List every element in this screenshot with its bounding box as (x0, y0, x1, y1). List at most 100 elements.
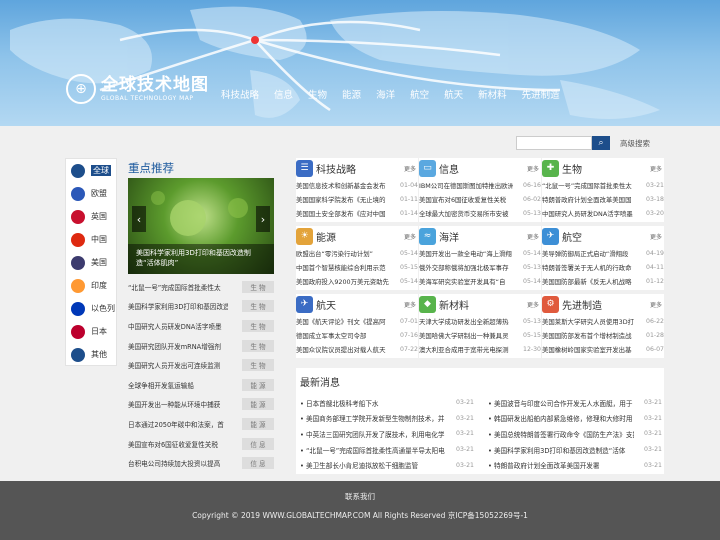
row-title[interactable]: 俄外交部称俄将加强北极军事存 (419, 263, 513, 272)
search-input[interactable] (516, 136, 592, 150)
news-row[interactable]: “北鼠一号”完成国际首批柔性高通量半导太阳电 03-21 (300, 442, 474, 458)
news-row[interactable]: 韩国研发出船舶内部紧急维修，修理和大修时用 03-21 (488, 411, 662, 427)
card-title[interactable]: 生物 (562, 161, 650, 176)
card-row[interactable]: 美国莱斯大学研究人员使用3D打 06-22 (542, 314, 664, 328)
list-item[interactable]: 日本通过2050年碳中和法案，首 能 源 (128, 414, 274, 434)
category-tag[interactable]: 能 源 (242, 398, 274, 411)
row-title[interactable]: 德国成立军事太空司令部 (296, 331, 390, 340)
row-title[interactable]: 美国莱斯大学研究人员使用3D打 (542, 317, 636, 326)
card-row[interactable]: 中国首个智慧核能综合利用示范 05-15 (296, 260, 418, 274)
language-item[interactable]: 日本 (66, 320, 116, 343)
nav-item[interactable]: 航空 (410, 87, 429, 101)
language-item[interactable]: 中国 (66, 228, 116, 251)
site-logo[interactable]: ⊕ 全球技术地图 GLOBAL TECHNOLOGY MAP (66, 74, 209, 104)
more-link[interactable]: 更多 (650, 232, 662, 241)
list-item[interactable]: “北鼠一号”完成国际首批柔性太 生 物 (128, 277, 274, 297)
card-row[interactable]: 美导弹防御局正式启动“滑翔段 04-19 (542, 246, 664, 260)
more-link[interactable]: 更多 (404, 300, 416, 309)
card-row[interactable]: “北鼠一号”完成国际首批柔性太 03-21 (542, 178, 664, 192)
row-title[interactable]: 美国《航天评论》刊文《提高阿 (296, 317, 390, 326)
row-title[interactable]: IBM公司在德国斯图加特推出欧洲 (419, 181, 513, 190)
list-item[interactable]: 中国研究人员研发DNA活字喷墨 生 物 (128, 316, 274, 336)
news-row[interactable]: 中英法三国研究团队开发了膜技术，利用电化学 03-21 (300, 426, 474, 442)
list-item[interactable]: 美国宣布对6国征收爱复性关税 信 息 (128, 434, 274, 454)
item-title[interactable]: 美国开发出一种能从环境中捕获 (128, 399, 228, 409)
row-title[interactable]: 美国哈佛大学研制出一种兼具灵 (419, 331, 513, 340)
item-title[interactable]: 全球争相开发氢运输船 (128, 380, 228, 390)
row-title[interactable]: 中国研究人员研发DNA活字喷墨 (542, 209, 636, 218)
news-title[interactable]: 美国总统特朗普签署行政命令《国防生产法》支持 (488, 429, 634, 439)
row-title[interactable]: “北鼠一号”完成国际首批柔性太 (542, 181, 636, 190)
row-title[interactable]: 美国信息技术和创新基金会发布 (296, 181, 390, 190)
card-row[interactable]: 美国开发出一款全电动“海上滑翔 05-14 (419, 246, 541, 260)
more-link[interactable]: 更多 (404, 232, 416, 241)
news-row[interactable]: 日本首艘北极科考船下水 03-21 (300, 395, 474, 411)
category-tag[interactable]: 生 物 (242, 280, 274, 293)
item-title[interactable]: 中国研究人员研发DNA活字喷墨 (128, 321, 228, 331)
list-item[interactable]: 台积电公司持续加大投资以提高 信 息 (128, 453, 274, 473)
card-row[interactable]: IBM公司在德国斯图加特推出欧洲 06-16 (419, 178, 541, 192)
card-title[interactable]: 新材料 (439, 297, 527, 312)
language-item[interactable]: 全球 (66, 159, 116, 182)
card-row[interactable]: 全球最大加密货币交易所市安被 05-13 (419, 206, 541, 220)
row-title[interactable]: 美国宣布对6国征收爱复性关税 (419, 195, 513, 204)
card-row[interactable]: 德国成立军事太空司令部 07-16 (296, 328, 418, 342)
card-row[interactable]: 特朗普政府计划全面改革美国国 03-18 (542, 192, 664, 206)
nav-item[interactable]: 生物 (308, 87, 327, 101)
item-title[interactable]: “北鼠一号”完成国际首批柔性太 (128, 282, 228, 292)
more-link[interactable]: 更多 (404, 164, 416, 173)
row-title[interactable]: 欧盟出台“零污染行动计划” (296, 249, 390, 258)
contact-link[interactable]: 联系我们 (0, 491, 720, 502)
more-link[interactable]: 更多 (650, 164, 662, 173)
nav-item[interactable]: 科技战略 (221, 87, 259, 101)
prev-arrow-icon[interactable]: ‹ (132, 206, 146, 232)
item-title[interactable]: 美国科学家利用3D打印和基因改造 (128, 301, 228, 311)
card-title[interactable]: 航空 (562, 229, 650, 244)
card-title[interactable]: 科技战略 (316, 161, 404, 176)
news-row[interactable]: 美国科学家利用3D打印和基因改造制造“活体 03-21 (488, 442, 662, 458)
more-link[interactable]: 更多 (650, 300, 662, 309)
news-title[interactable]: 美国波音与印度公司合作开发无人水面艇，用于 (488, 398, 634, 408)
row-title[interactable]: 美国众议院议员提出对载人航天 (296, 345, 390, 354)
card-row[interactable]: 美国众议院议员提出对载人航天 07-22 (296, 342, 418, 356)
list-item[interactable]: 全球争相开发氢运输船 能 源 (128, 375, 274, 395)
row-title[interactable]: 天津大学成功研发出全新超薄热 (419, 317, 513, 326)
card-row[interactable]: 美国宣布对6国征收爱复性关税 06-02 (419, 192, 541, 206)
card-title[interactable]: 信息 (439, 161, 527, 176)
card-row[interactable]: 天津大学成功研发出全新超薄热 05-13 (419, 314, 541, 328)
card-row[interactable]: 美国哈佛大学研制出一种兼具灵 05-15 (419, 328, 541, 342)
news-title[interactable]: 特朗普政府计划全面改革美国开发署 (488, 460, 634, 470)
item-title[interactable]: 美国研究人员开发出可连续监测 (128, 360, 228, 370)
list-item[interactable]: 美国研究人员开发出可连续监测 生 物 (128, 355, 274, 375)
card-row[interactable]: 美国政府投入9200万美元资助先 05-14 (296, 274, 418, 288)
nav-item[interactable]: 海洋 (376, 87, 395, 101)
slide-caption[interactable]: 美国科学家利用3D打印和基因改造制造“活体肌肉” (128, 244, 274, 274)
category-tag[interactable]: 能 源 (242, 417, 274, 430)
item-title[interactable]: 美国研究团队开发mRNA增强剂 (128, 341, 228, 351)
news-row[interactable]: 美国商务部理工学院开发新型生物制剂技术，并 03-21 (300, 411, 474, 427)
language-item[interactable]: 英国 (66, 205, 116, 228)
news-title[interactable]: 美卫生部长小肯尼迪拟放松干细胞监管 (300, 460, 446, 470)
news-title[interactable]: 中英法三国研究团队开发了膜技术，利用电化学 (300, 429, 446, 439)
card-title[interactable]: 能源 (316, 229, 404, 244)
search-button[interactable]: ⌕ (592, 136, 610, 150)
advanced-search-link[interactable]: 高级搜索 (620, 138, 650, 149)
news-row[interactable]: 美国总统特朗普签署行政命令《国防生产法》支持 03-21 (488, 426, 662, 442)
list-item[interactable]: 美国开发出一种能从环境中捕获 能 源 (128, 395, 274, 415)
news-title[interactable]: 日本首艘北极科考船下水 (300, 398, 446, 408)
card-row[interactable]: 欧盟出台“零污染行动计划” 05-14 (296, 246, 418, 260)
news-title[interactable]: 美国商务部理工学院开发新型生物制剂技术，并 (300, 413, 446, 423)
list-item[interactable]: 美国科学家利用3D打印和基因改造 生 物 (128, 297, 274, 317)
nav-item[interactable]: 航天 (444, 87, 463, 101)
language-item[interactable]: 印度 (66, 274, 116, 297)
nav-item[interactable]: 信息 (274, 87, 293, 101)
card-row[interactable]: 美国橡树岭国家实验室开发出基 06-07 (542, 342, 664, 356)
nav-item[interactable]: 能源 (342, 87, 361, 101)
recommend-slideshow[interactable]: ‹ › 美国科学家利用3D打印和基因改造制造“活体肌肉” (128, 178, 274, 274)
item-title[interactable]: 台积电公司持续加大投资以提高 (128, 458, 228, 468)
news-title[interactable]: “北鼠一号”完成国际首批柔性高通量半导太阳电 (300, 445, 446, 455)
card-row[interactable]: 美国国防部发布首个增材制造战 01-28 (542, 328, 664, 342)
row-title[interactable]: 美国国家科学院发布《无止境的 (296, 195, 390, 204)
news-row[interactable]: 特朗普政府计划全面改革美国开发署 03-21 (488, 457, 662, 473)
category-tag[interactable]: 生 物 (242, 319, 274, 332)
